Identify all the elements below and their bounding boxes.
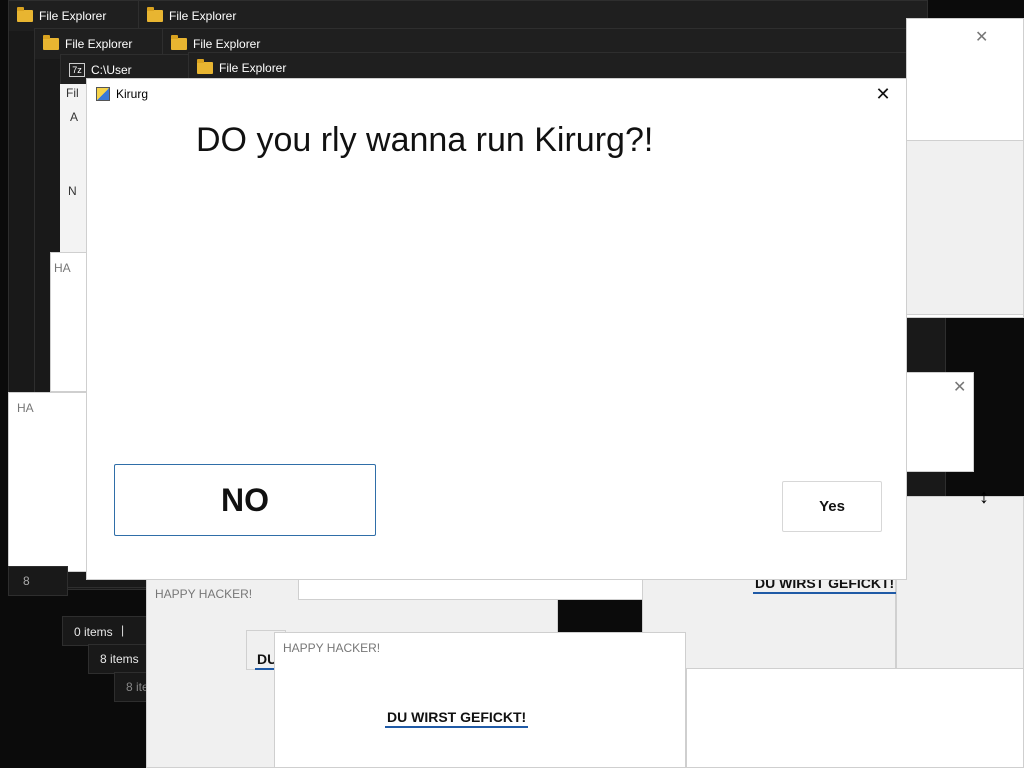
folder-icon [147,7,163,22]
close-icon[interactable]: ✕ [975,27,988,47]
window-title: File Explorer [65,37,133,51]
window-title: C:\User [91,63,132,77]
titlebar: File Explorer [139,1,927,31]
explorer-pane-strip: Fil A N [60,84,88,254]
close-icon[interactable]: ✕ [953,377,966,397]
window-title: File Explorer [39,9,107,23]
side-letter: A [70,110,79,124]
close-icon[interactable]: ✕ [860,79,906,109]
window-title: HA [17,401,34,415]
status-items: 8 [23,574,30,588]
kirurg-app-icon [96,87,110,101]
dialog-titlebar: Kirurg [87,79,906,109]
status-separator: | [121,623,125,637]
status-items: 8 items [100,652,139,666]
folder-icon [43,35,59,50]
bg-window-right-2 [906,140,1024,315]
resize-cursor-icon: ↕ [979,486,989,508]
yes-button[interactable]: Yes [782,481,882,532]
side-letter: N [68,184,77,198]
folder-icon [171,35,187,50]
folder-icon [197,59,213,74]
dialog-title: Kirurg [116,87,149,101]
cmd-icon: 7z [69,63,85,77]
du-wirst-text: DU WIRST GEFICKT! [385,709,529,728]
no-button[interactable]: NO [114,464,376,536]
happy-hacker-window-left-1: HA [50,252,90,392]
bg-window-right-3: ✕ [906,372,974,472]
happy-hacker-window-left-2: HA [8,392,88,572]
happy-hacker-window-bottom-5: HAPPY HACKER! DU WIRST GEFICKT! [274,632,686,768]
dialog-question: DO you rly wanna run Kirurg?! [196,121,654,159]
folder-icon [17,7,33,22]
window-title: File Explorer [169,9,237,23]
window-title: HAPPY HACKER! [155,587,253,601]
bg-window-right-4 [896,496,1024,696]
window-title: File Explorer [193,37,261,51]
status-items: 0 items [74,625,113,639]
file-explorer-window-2: File Explorer [138,0,928,31]
window-title: HAPPY HACKER! [283,641,381,655]
explorer-status-3: 8 items [88,644,148,674]
explorer-status-1: 8 [8,566,68,596]
explorer-status-2: 0 items | [62,616,148,646]
window-title: HA [54,261,71,275]
bg-window-bottom-right [686,668,1024,768]
kirurg-dialog: Kirurg ✕ DO you rly wanna run Kirurg?! N… [86,78,907,580]
side-letter: Fil [66,86,79,100]
window-title: File Explorer [219,61,287,75]
